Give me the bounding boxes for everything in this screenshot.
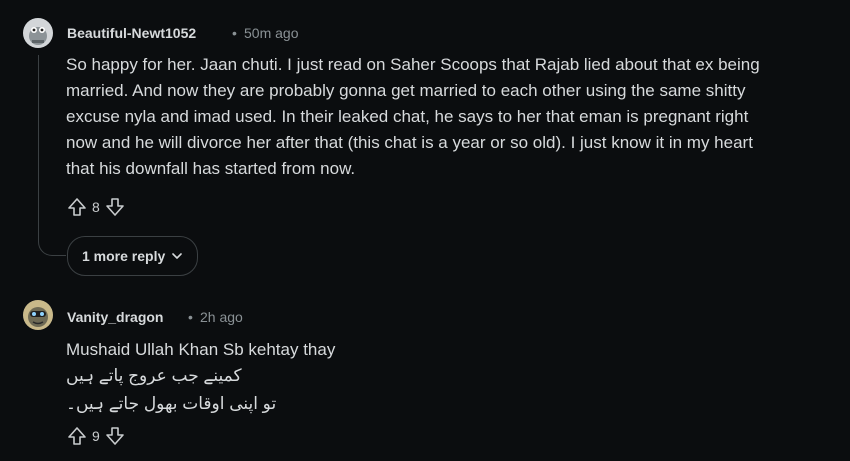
thread-line[interactable] bbox=[38, 55, 39, 240]
comment-body: So happy for her. Jaan chuti. I just rea… bbox=[66, 52, 841, 182]
comment-time[interactable]: 2h ago bbox=[200, 309, 243, 325]
comment-line: Mushaid Ullah Khan Sb kehtay thay bbox=[66, 340, 336, 359]
comment-line: کمینے جب عروج پاتے ہیں bbox=[66, 366, 242, 385]
vote-bar: 9 bbox=[66, 425, 126, 447]
comment-author[interactable]: Beautiful-Newt1052 bbox=[67, 25, 196, 41]
comment-time[interactable]: 50m ago bbox=[244, 25, 298, 41]
downvote-icon[interactable] bbox=[104, 196, 126, 218]
comment-line: now and he will divorce her after that (… bbox=[66, 133, 753, 152]
comment-line: married. And now they are probably gonna… bbox=[66, 81, 746, 100]
more-replies-label: 1 more reply bbox=[82, 248, 166, 264]
chevron-down-icon bbox=[171, 250, 183, 262]
avatar[interactable] bbox=[23, 300, 53, 330]
comment-line: So happy for her. Jaan chuti. I just rea… bbox=[66, 55, 760, 74]
thread-branch bbox=[38, 228, 66, 256]
comment-line: that his downfall has started from now. bbox=[66, 159, 356, 178]
meta-separator: • bbox=[232, 25, 237, 41]
comment-line: excuse nyla and imad used. In their leak… bbox=[66, 107, 749, 126]
comment-author[interactable]: Vanity_dragon bbox=[67, 309, 163, 325]
comment-body: Mushaid Ullah Khan Sb kehtay thay کمینے … bbox=[66, 337, 466, 417]
vote-score: 8 bbox=[92, 199, 100, 215]
meta-separator: • bbox=[188, 309, 193, 325]
more-replies-button[interactable]: 1 more reply bbox=[67, 236, 199, 276]
avatar[interactable] bbox=[23, 18, 53, 48]
downvote-icon[interactable] bbox=[104, 425, 126, 447]
comment-line: تو اپنی اوقات بھول جاتے ہیں۔ bbox=[66, 394, 277, 413]
upvote-icon[interactable] bbox=[66, 425, 88, 447]
upvote-icon[interactable] bbox=[66, 196, 88, 218]
vote-score: 9 bbox=[92, 428, 100, 444]
vote-bar: 8 bbox=[66, 196, 126, 218]
